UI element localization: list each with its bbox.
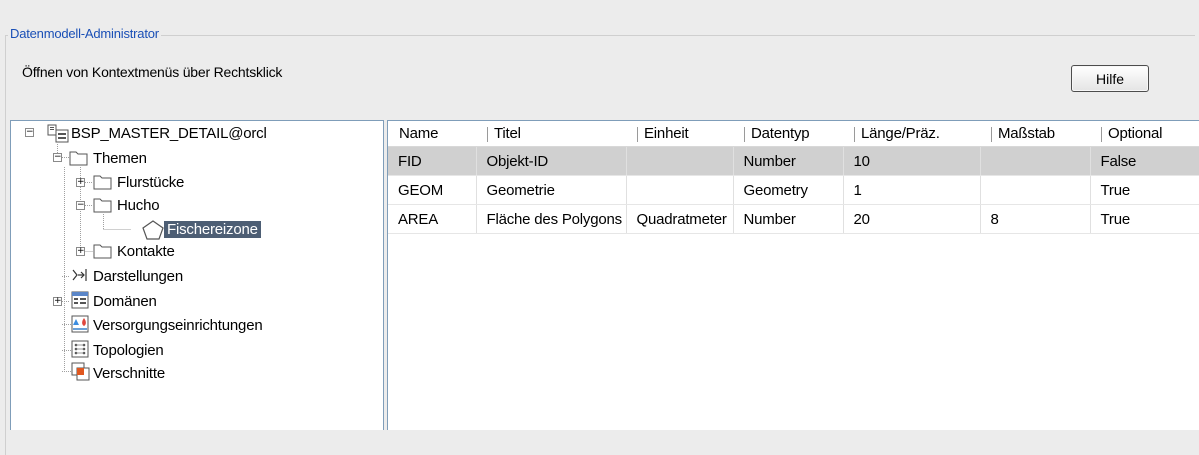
tree-label: Topologien <box>93 341 164 359</box>
datamodel-tree[interactable]: − BSP_MASTER_DETAIL@orcl − Themen + Flur… <box>10 120 384 430</box>
table-cell[interactable] <box>980 175 1091 205</box>
collapse-themen-toggle[interactable]: − <box>53 153 62 162</box>
column-header-label: Länge/Präz. <box>861 125 940 142</box>
column-header[interactable]: Optional <box>1090 121 1199 147</box>
table-cell[interactable] <box>626 146 734 176</box>
column-header[interactable]: Datentyp <box>733 121 843 147</box>
tree-node-versorgung[interactable]: Versorgungseinrichtungen <box>93 314 263 336</box>
table-cell[interactable]: Geometrie <box>476 175 627 205</box>
intersection-icon <box>71 362 90 381</box>
tree-label: Fischereizone <box>164 220 261 238</box>
tree-node-root[interactable]: BSP_MASTER_DETAIL@orcl <box>71 122 267 144</box>
tree-node-darstellungen[interactable]: Darstellungen <box>93 265 183 287</box>
help-button[interactable]: Hilfe <box>1071 65 1149 92</box>
representation-icon <box>72 269 87 281</box>
column-header[interactable]: Titel <box>476 121 626 147</box>
table-cell[interactable]: True <box>1090 175 1199 205</box>
column-header[interactable]: Maßstab <box>980 121 1090 147</box>
tree-node-kontakte[interactable]: Kontakte <box>117 240 175 262</box>
table-cell[interactable]: 20 <box>843 204 981 234</box>
table-cell[interactable]: 1 <box>843 175 981 205</box>
table-cell[interactable]: Objekt-ID <box>476 146 627 176</box>
column-header-label: Einheit <box>644 125 689 142</box>
table-cell[interactable]: True <box>1090 204 1199 234</box>
group-title: Datenmodell-Administrator <box>8 26 161 41</box>
table-cell[interactable]: Number <box>733 146 844 176</box>
tree-label: BSP_MASTER_DETAIL@orcl <box>71 124 267 142</box>
table-cell[interactable]: Fläche des Polygons <box>476 204 627 234</box>
attribute-table: Name Titel Einheit Datentyp Länge/Präz. … <box>388 121 1199 234</box>
column-header[interactable]: Einheit <box>626 121 733 147</box>
tree-label: Flurstücke <box>117 173 185 191</box>
tree-label: Themen <box>93 149 147 167</box>
table-cell[interactable]: Quadratmeter <box>626 204 734 234</box>
utility-facility-icon <box>71 315 89 333</box>
topology-icon <box>71 340 89 358</box>
tree-node-hucho[interactable]: Hucho <box>117 194 160 216</box>
tree-label: Kontakte <box>117 242 175 260</box>
tree-connector-lines <box>57 144 131 372</box>
table-cell[interactable]: Geometry <box>733 175 844 205</box>
column-header-label: Name <box>399 125 439 142</box>
table-cell[interactable]: AREA <box>388 204 477 234</box>
tree-label: Verschnitte <box>93 364 166 382</box>
table-cell[interactable]: GEOM <box>388 175 477 205</box>
tree-node-themen[interactable]: Themen <box>93 147 147 169</box>
expand-domaenen-toggle[interactable]: + <box>53 297 62 306</box>
column-header-label: Optional <box>1108 125 1163 142</box>
table-cell[interactable] <box>980 146 1091 176</box>
collapse-hucho-toggle[interactable]: − <box>76 201 85 210</box>
table-cell[interactable]: FID <box>388 146 477 176</box>
tree-node-flurstuecke[interactable]: Flurstücke <box>117 171 184 193</box>
tree-label: Domänen <box>93 292 157 310</box>
column-header-label: Titel <box>494 125 521 142</box>
domain-icon <box>71 291 89 309</box>
tree-node-topologien[interactable]: Topologien <box>93 339 164 361</box>
tree-label: Darstellungen <box>93 267 183 285</box>
column-header[interactable]: Name <box>388 121 476 147</box>
polygon-icon <box>142 220 164 240</box>
table-cell[interactable]: 10 <box>843 146 981 176</box>
database-connection-icon <box>47 124 69 143</box>
folder-icon <box>93 244 112 259</box>
column-header-label: Datentyp <box>751 125 810 142</box>
context-menu-hint: Öffnen von Kontextmenüs über Rechtsklick <box>22 64 283 80</box>
table-cell[interactable]: 8 <box>980 204 1091 234</box>
folder-icon <box>93 175 112 190</box>
expand-kontakte-toggle[interactable]: + <box>76 247 85 256</box>
tree-node-domaenen[interactable]: Domänen <box>93 290 157 312</box>
folder-icon <box>93 198 112 213</box>
table-row[interactable]: GEOM Geometrie Geometry 1 True <box>388 175 1199 205</box>
table-row[interactable]: FID Objekt-ID Number 10 False <box>388 146 1199 176</box>
tree-label: Versorgungseinrichtungen <box>93 316 263 334</box>
collapse-root-toggle[interactable]: − <box>25 128 34 137</box>
table-cell[interactable] <box>626 175 734 205</box>
attribute-grid[interactable]: Name Titel Einheit Datentyp Länge/Präz. … <box>387 120 1199 430</box>
tree-node-fischereizone[interactable]: Fischereizone <box>164 218 261 240</box>
expand-flurstuecke-toggle[interactable]: + <box>76 178 85 187</box>
tree-node-verschnitte[interactable]: Verschnitte <box>93 362 165 384</box>
table-row[interactable]: AREA Fläche des Polygons Quadratmeter Nu… <box>388 204 1199 234</box>
table-cell[interactable]: False <box>1090 146 1199 176</box>
column-header-label: Maßstab <box>998 125 1055 142</box>
table-header-row: Name Titel Einheit Datentyp Länge/Präz. … <box>388 121 1199 147</box>
folder-icon <box>69 151 88 166</box>
table-cell[interactable]: Number <box>733 204 844 234</box>
tree-label: Hucho <box>117 196 160 214</box>
column-header[interactable]: Länge/Präz. <box>843 121 980 147</box>
